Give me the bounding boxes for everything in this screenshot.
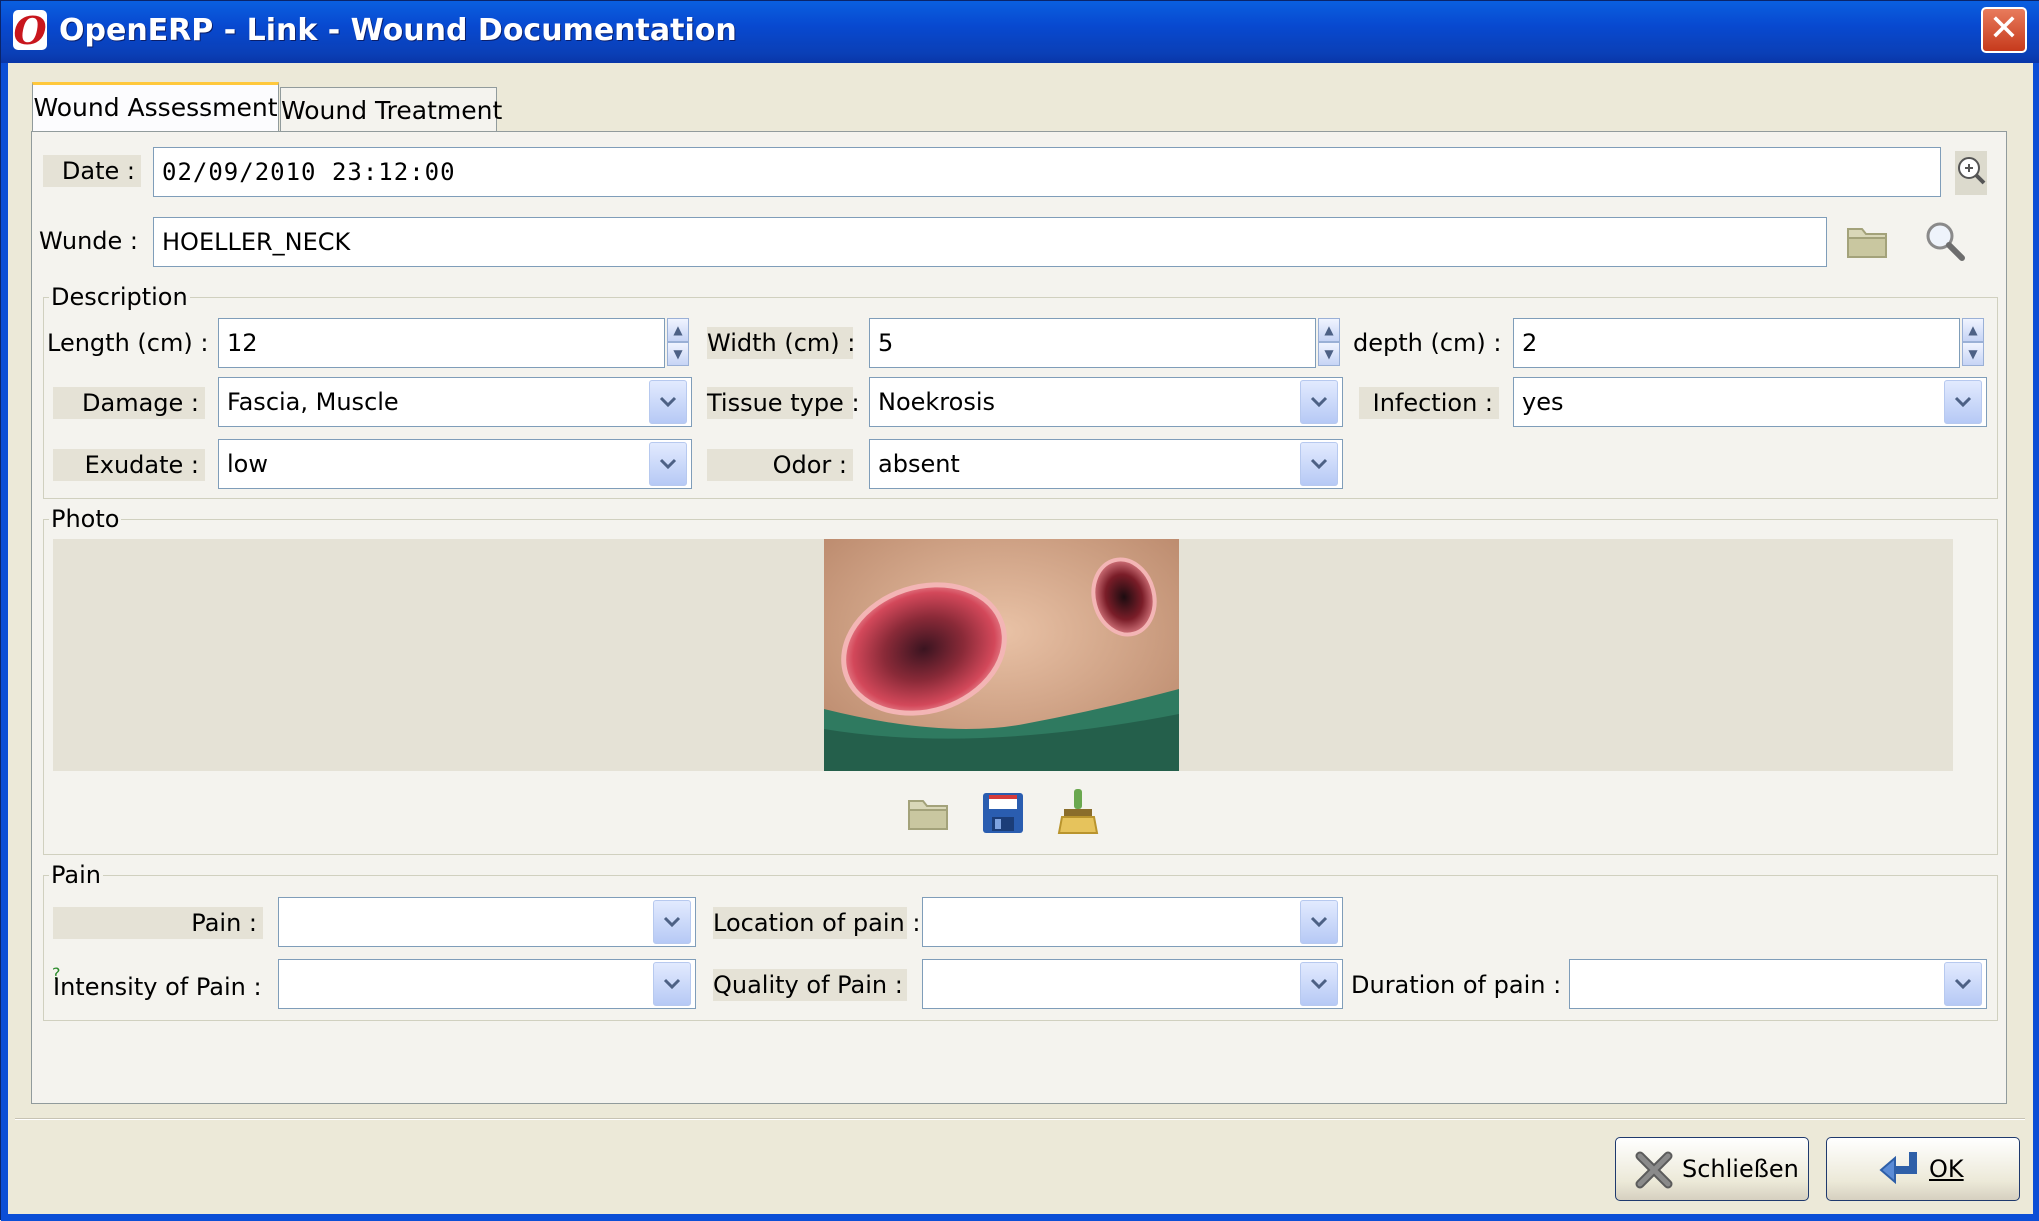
intensity-of-pain-label[interactable]: Intensity of Pain : xyxy=(53,971,263,1003)
chevron-down-icon xyxy=(659,458,677,470)
tab-wound-treatment[interactable]: Wound Treatment xyxy=(280,87,502,132)
chevron-down-icon xyxy=(1310,978,1328,990)
depth-field[interactable]: 2 xyxy=(1513,318,1960,368)
ok-label: OK xyxy=(1929,1155,1964,1183)
odor-label: Odor : xyxy=(707,449,853,481)
duration-of-pain-label: Duration of pain : xyxy=(1351,971,1562,999)
spin-down-icon[interactable]: ▼ xyxy=(1962,342,1984,366)
infection-select[interactable]: yes xyxy=(1513,377,1987,427)
location-of-pain-select[interactable] xyxy=(922,897,1343,947)
width-label: Width (cm) : xyxy=(707,327,856,359)
spin-down-icon[interactable]: ▼ xyxy=(667,342,689,366)
quality-of-pain-select[interactable] xyxy=(922,959,1343,1009)
chevron-down-icon xyxy=(1954,396,1972,408)
exudate-select[interactable]: low xyxy=(218,439,692,489)
title-bar[interactable]: O OpenERP - Link - Wound Documentation ✕ xyxy=(1,1,2039,63)
chevron-down-icon xyxy=(659,396,677,408)
spin-down-icon[interactable]: ▼ xyxy=(1318,342,1340,366)
chevron-down-icon xyxy=(1310,458,1328,470)
description-legend: Description xyxy=(49,283,190,311)
wunde-label: Wunde : xyxy=(39,227,139,255)
spin-up-icon[interactable]: ▲ xyxy=(667,318,689,342)
tissue-type-dropdown-button[interactable] xyxy=(1300,380,1338,424)
chevron-down-icon xyxy=(1310,396,1328,408)
duration-of-pain-dropdown-button[interactable] xyxy=(1944,962,1982,1006)
pain-dropdown-button[interactable] xyxy=(653,900,691,944)
spin-up-icon[interactable]: ▲ xyxy=(1962,318,1984,342)
pain-label: Pain : xyxy=(53,907,263,939)
pain-legend: Pain xyxy=(49,861,103,889)
tab-wound-assessment[interactable]: Wound Assessment xyxy=(32,82,279,132)
openerp-logo: O xyxy=(13,8,47,53)
length-spinner[interactable]: ▲ ▼ xyxy=(667,318,689,368)
enter-arrow-icon xyxy=(1879,1152,1917,1185)
infection-label: Infection : xyxy=(1359,387,1499,419)
quality-of-pain-label: Quality of Pain : xyxy=(713,969,907,1001)
load-photo-folder-icon[interactable] xyxy=(906,793,950,833)
folder-icon[interactable] xyxy=(1845,221,1889,261)
width-field[interactable]: 5 xyxy=(869,318,1316,368)
openerp-window: O OpenERP - Link - Wound Documentation ✕… xyxy=(0,0,2039,1221)
window-frame-right xyxy=(2033,63,2039,1221)
window-title: OpenERP - Link - Wound Documentation xyxy=(59,13,737,48)
intensity-of-pain-dropdown-button[interactable] xyxy=(653,962,691,1006)
depth-label: depth (cm) : xyxy=(1353,329,1502,357)
schliessen-label: Schließen xyxy=(1682,1155,1799,1183)
length-field[interactable]: 12 xyxy=(218,318,665,368)
width-spinner[interactable]: ▲ ▼ xyxy=(1318,318,1340,368)
intensity-of-pain-select[interactable] xyxy=(278,959,696,1009)
chevron-down-icon xyxy=(663,916,681,928)
date-field[interactable]: 02/09/2010 23:12:00 xyxy=(153,147,1941,197)
schliessen-button[interactable]: Schließen xyxy=(1615,1137,1809,1201)
chevron-down-icon xyxy=(1310,916,1328,928)
wound-photo xyxy=(824,539,1179,771)
damage-select[interactable]: Fascia, Muscle xyxy=(218,377,692,427)
window-frame-left xyxy=(1,63,8,1221)
odor-dropdown-button[interactable] xyxy=(1300,442,1338,486)
odor-select[interactable]: absent xyxy=(869,439,1343,489)
exudate-label: Exudate : xyxy=(53,449,205,481)
photo-legend: Photo xyxy=(49,505,122,533)
close-x-icon xyxy=(1635,1151,1673,1189)
exudate-dropdown-button[interactable] xyxy=(649,442,687,486)
zoom-in-icon[interactable] xyxy=(1955,151,1987,195)
tissue-type-select[interactable]: Noekrosis xyxy=(869,377,1343,427)
wunde-field[interactable]: HOELLER_NECK xyxy=(153,217,1827,267)
depth-spinner[interactable]: ▲ ▼ xyxy=(1962,318,1984,368)
tissue-type-label: Tissue type : xyxy=(707,387,860,419)
search-icon[interactable] xyxy=(1923,219,1967,263)
floppy-disk-icon[interactable] xyxy=(981,791,1025,835)
duration-of-pain-select[interactable] xyxy=(1569,959,1987,1009)
footer-separator xyxy=(15,1118,2025,1120)
infection-dropdown-button[interactable] xyxy=(1944,380,1982,424)
chevron-down-icon xyxy=(663,978,681,990)
chevron-down-icon xyxy=(1954,978,1972,990)
spin-up-icon[interactable]: ▲ xyxy=(1318,318,1340,342)
quality-of-pain-dropdown-button[interactable] xyxy=(1300,962,1338,1006)
location-of-pain-label: Location of pain : xyxy=(713,907,921,939)
broom-icon[interactable] xyxy=(1056,787,1100,835)
ok-button[interactable]: OK xyxy=(1826,1137,2020,1201)
pain-select[interactable] xyxy=(278,897,696,947)
date-label: Date : xyxy=(43,155,141,187)
damage-label: Damage : xyxy=(53,387,205,419)
damage-dropdown-button[interactable] xyxy=(649,380,687,424)
location-of-pain-dropdown-button[interactable] xyxy=(1300,900,1338,944)
close-window-button[interactable]: ✕ xyxy=(1981,7,2027,53)
length-label: Length (cm) : xyxy=(47,329,209,357)
